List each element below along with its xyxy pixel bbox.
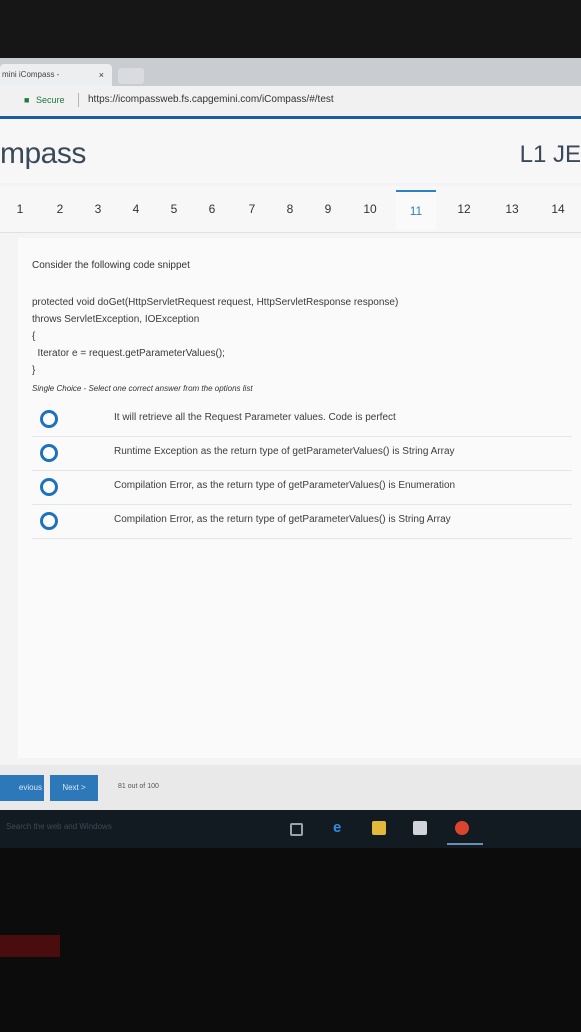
tab-title: mini iCompass - [2,70,60,79]
screen: mini iCompass - × ■ Secure https://icomp… [0,58,581,848]
question-number-9[interactable]: 9 [308,202,348,216]
answer-option-text: Compilation Error, as the return type of… [114,480,456,491]
new-tab-button[interactable] [118,68,144,84]
chrome-icon[interactable] [455,821,469,835]
test-footer: evious Next > 81 out of 100 [0,765,581,815]
progress-counter: 81 out of 100 [118,783,159,790]
store-icon[interactable] [413,821,427,835]
radio-button-icon[interactable] [40,478,58,496]
question-number-6[interactable]: 6 [192,202,232,216]
taskbar-search-input[interactable]: Search the web and Windows [6,822,112,831]
question-nav: 1 2 3 4 5 6 7 8 9 10 11 12 13 14 [0,186,581,233]
question-number-10[interactable]: 10 [350,202,390,216]
previous-button[interactable]: evious [0,775,44,801]
answer-option-1[interactable]: It will retrieve all the Request Paramet… [32,402,572,437]
answer-instructions: Single Choice - Select one correct answe… [32,384,253,393]
address-divider [78,93,79,107]
answer-option-text: Compilation Error, as the return type of… [114,514,451,525]
app-brand: mpass [0,137,86,170]
code-line: protected void doGet(HttpServletRequest … [32,297,399,308]
answer-option-3[interactable]: Compilation Error, as the return type of… [32,470,572,505]
question-number-2[interactable]: 2 [40,202,80,216]
secure-label: Secure [36,95,65,105]
monitor-bezel-bottom [0,848,581,1032]
question-number-8[interactable]: 8 [270,202,310,216]
question-number-3[interactable]: 3 [78,202,118,216]
answer-option-text: It will retrieve all the Request Paramet… [114,412,396,423]
question-prompt: Consider the following code snippet [32,260,190,271]
windows-taskbar: Search the web and Windows e [0,810,581,848]
answer-option-text: Runtime Exception as the return type of … [114,446,455,457]
question-panel: Consider the following code snippet prot… [18,238,581,758]
task-view-icon[interactable] [290,823,303,836]
lock-icon: ■ [24,95,30,105]
radio-button-icon[interactable] [40,444,58,462]
file-explorer-icon[interactable] [372,821,386,835]
code-line: throws ServletException, IOException [32,314,200,325]
radio-button-icon[interactable] [40,410,58,428]
answer-option-4[interactable]: Compilation Error, as the return type of… [32,504,572,539]
code-line: Iterator e = request.getParameterValues(… [32,348,225,359]
address-bar[interactable]: ■ Secure https://icompassweb.fs.capgemin… [0,86,581,117]
question-number-14[interactable]: 14 [538,202,578,216]
code-line: } [32,365,36,376]
active-app-indicator [447,843,483,845]
question-number-1[interactable]: 1 [0,202,40,216]
radio-button-icon[interactable] [40,512,58,530]
question-number-5[interactable]: 5 [154,202,194,216]
question-number-12[interactable]: 12 [444,202,484,216]
desk-reflection [0,935,60,957]
question-number-11-active[interactable]: 11 [396,190,436,230]
question-number-13[interactable]: 13 [492,202,532,216]
answer-option-2[interactable]: Runtime Exception as the return type of … [32,436,572,471]
question-number-7[interactable]: 7 [232,202,272,216]
edge-icon[interactable]: e [333,820,347,835]
browser-tab[interactable]: mini iCompass - × [0,64,112,86]
course-title: L1 JE [519,141,581,168]
browser-tab-bar: mini iCompass - × [0,58,581,86]
monitor-bezel-top [0,0,581,60]
url-text[interactable]: https://icompassweb.fs.capgemini.com/iCo… [88,94,334,105]
app-header: mpass L1 JE [0,119,581,183]
tab-close-icon[interactable]: × [99,64,104,86]
question-number-4[interactable]: 4 [116,202,156,216]
next-button[interactable]: Next > [50,775,98,801]
code-snippet: protected void doGet(HttpServletRequest … [32,294,398,379]
code-line: { [32,331,36,342]
